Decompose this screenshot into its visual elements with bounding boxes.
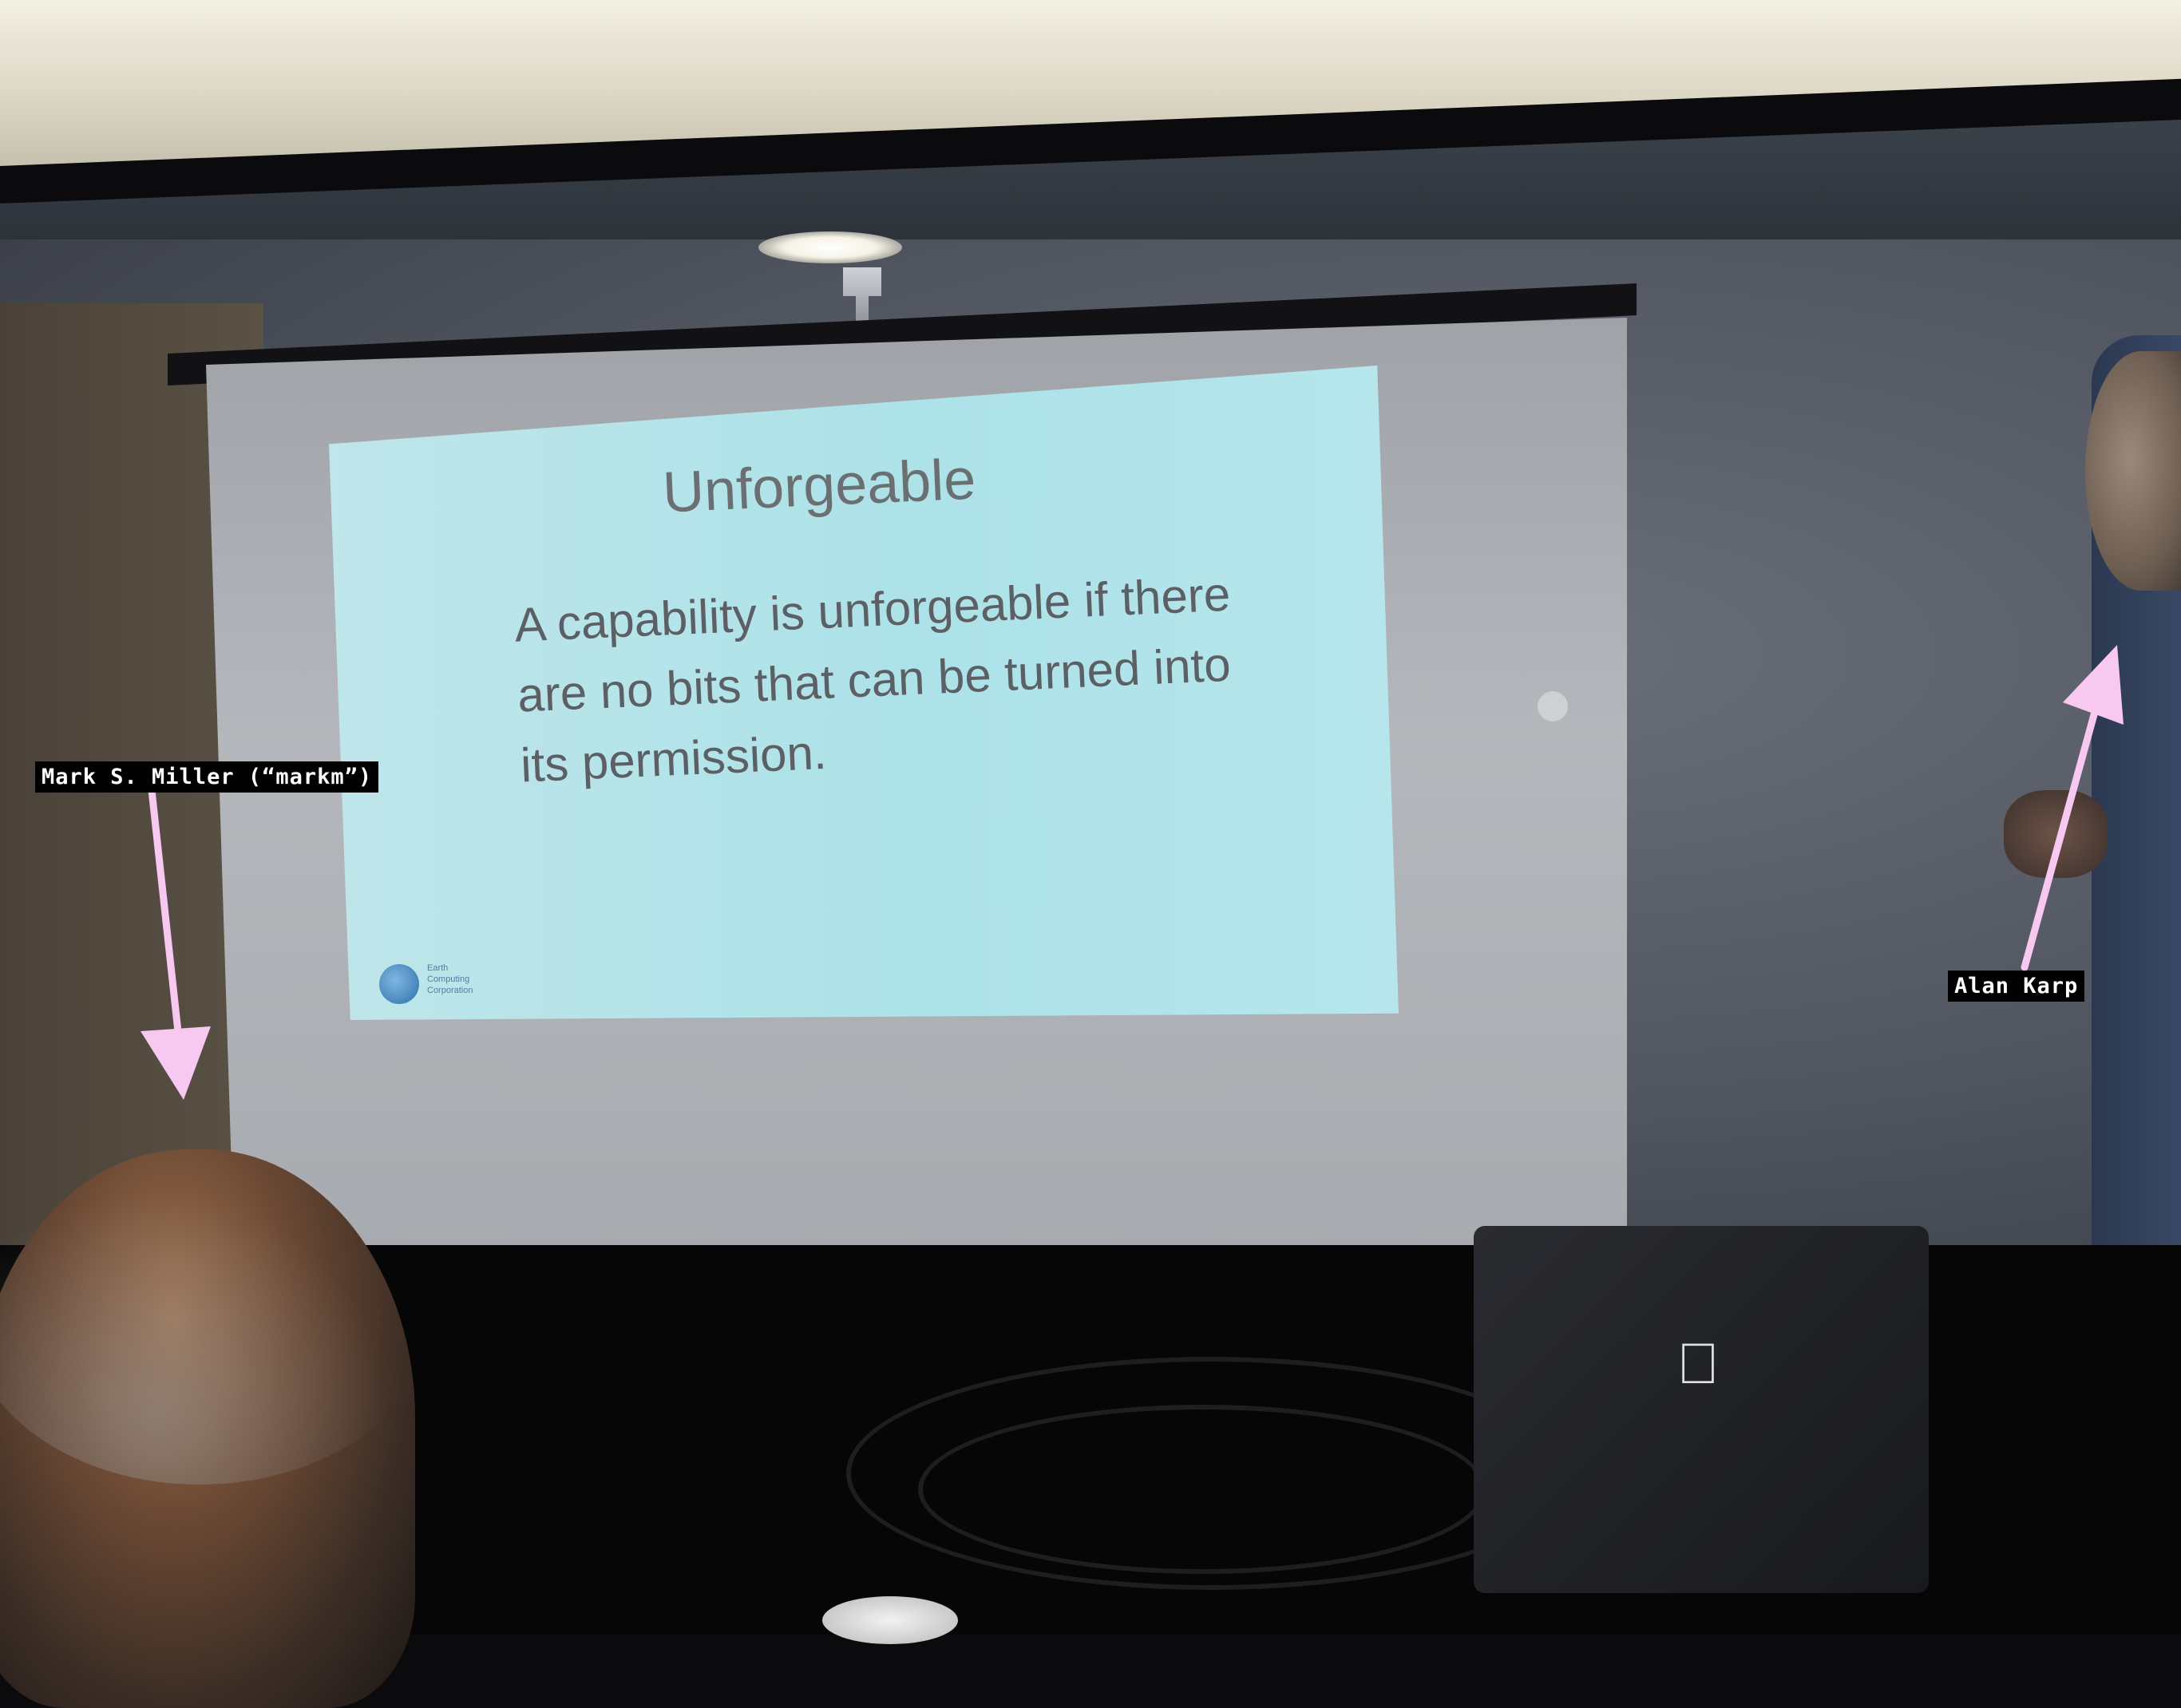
annotation-arrows [141, 645, 2124, 1100]
label-alan-karp: Alan Karp [1948, 971, 2085, 1002]
arrow-to-markm [141, 786, 211, 1100]
label-mark-miller: Mark S. Miller (“markm”) [35, 761, 379, 793]
arrow-to-karp [2021, 645, 2124, 971]
conference-photo: Unforgeable A capability is unforgeable … [0, 0, 2181, 1708]
